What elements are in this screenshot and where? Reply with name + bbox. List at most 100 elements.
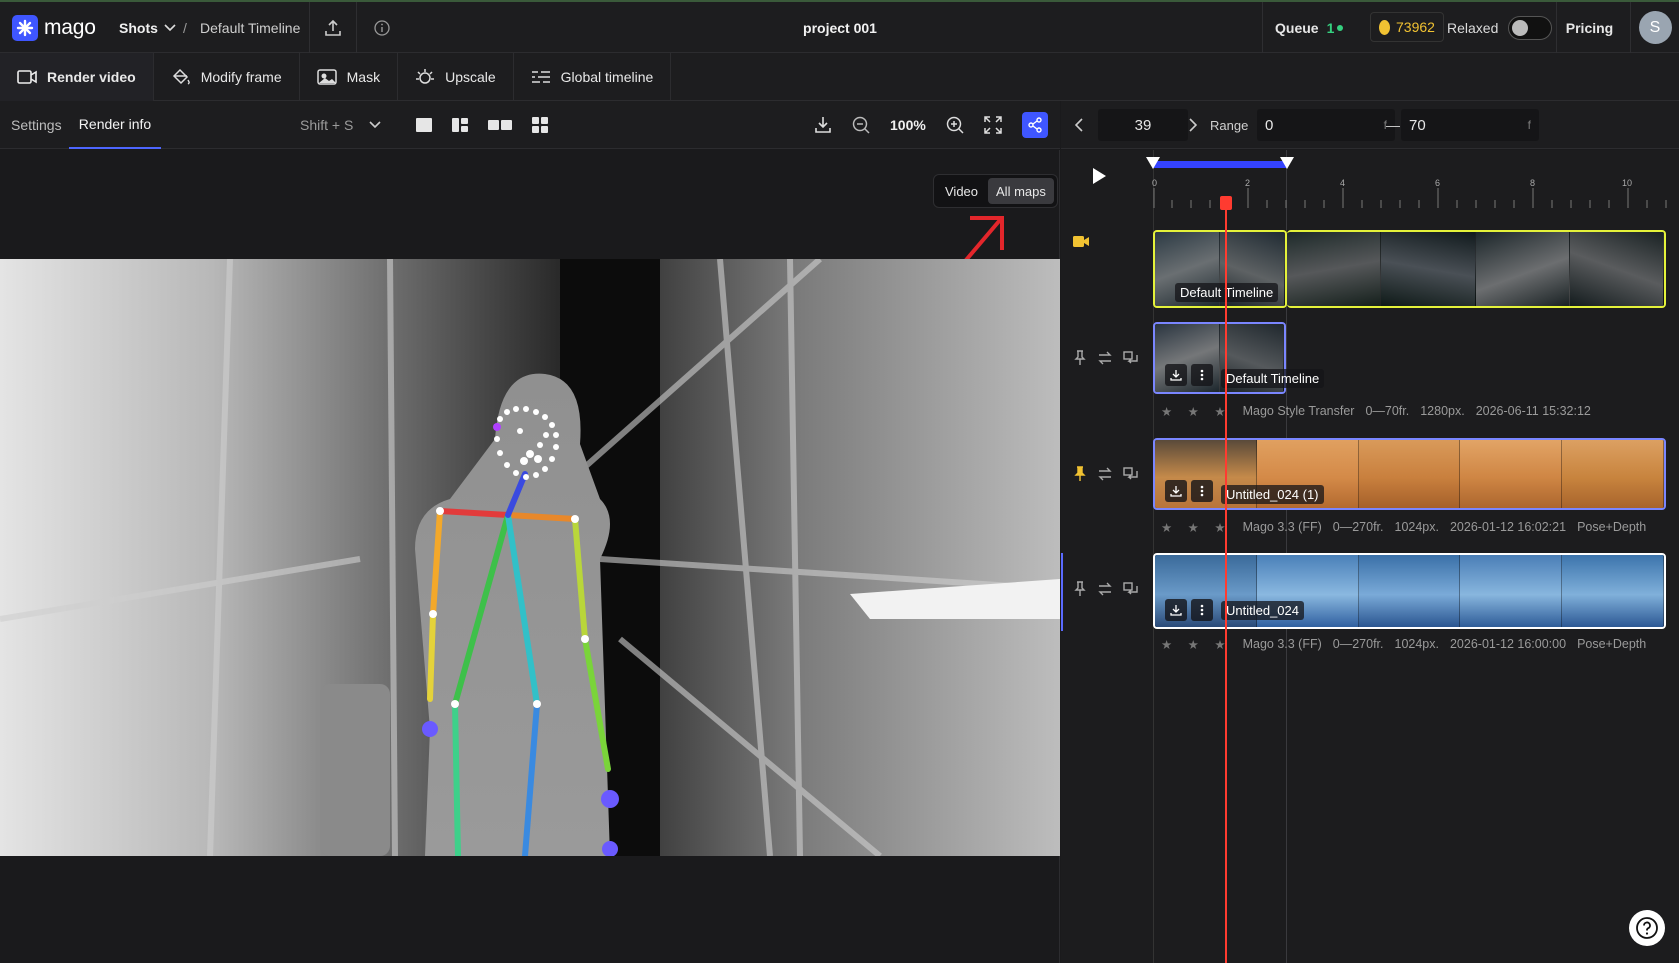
timeline-panel: 0 2 4 6 8 10 Default Timeline Default Ti…	[1061, 150, 1679, 963]
replace-icon[interactable]	[1123, 466, 1139, 482]
shots-label: Shots	[119, 19, 158, 36]
clip-label: Default Timeline	[1221, 369, 1325, 388]
upload-icon	[324, 19, 342, 37]
chevron-left-icon	[1075, 118, 1083, 132]
range-start-field[interactable]: 0 f	[1257, 109, 1395, 141]
swap-icon[interactable]	[1097, 581, 1113, 597]
toggle-all-maps[interactable]: All maps	[988, 178, 1054, 204]
download-icon[interactable]	[1165, 599, 1187, 621]
rating-stars[interactable]: ★ ★ ★	[1161, 404, 1232, 419]
view-tools: 100%	[814, 101, 1048, 149]
meta-model: Mago 3.3 (FF)	[1242, 637, 1322, 651]
playhead-handle[interactable]	[1220, 196, 1232, 210]
meta-date: 2026-06-11 15:32:12	[1475, 404, 1591, 418]
shortcut-dropdown[interactable]: Shift + S	[300, 101, 381, 149]
thumbnail	[1562, 555, 1664, 627]
relaxed-toggle[interactable]	[1508, 15, 1553, 40]
toggle-video[interactable]: Video	[937, 178, 986, 204]
side-by-side-icon[interactable]	[488, 119, 512, 131]
clip-meta: ★ ★ ★ Mago 3.3 (FF) 0—270fr. 1024px. 202…	[1161, 637, 1646, 652]
top-bar: mago Shots / Default Timeline project 00…	[0, 0, 1679, 53]
prev-frame-button[interactable]	[1067, 109, 1091, 141]
timeline-clip-main[interactable]	[1287, 230, 1666, 308]
pricing-link[interactable]: Pricing	[1556, 2, 1622, 53]
swap-icon[interactable]	[1097, 350, 1113, 366]
share-icon	[1027, 117, 1043, 133]
avatar[interactable]: S	[1638, 11, 1672, 44]
zoom-out-icon[interactable]	[852, 116, 870, 134]
playhead-line[interactable]	[1225, 198, 1227, 963]
grid-view-icon[interactable]	[532, 117, 548, 133]
info-icon	[374, 19, 390, 36]
rating-stars[interactable]: ★ ★ ★	[1161, 520, 1232, 535]
tab-render-info[interactable]: Render info	[69, 101, 161, 149]
user-menu[interactable]: S	[1630, 2, 1679, 53]
clip-label: Untitled_024	[1221, 601, 1304, 620]
next-frame-button[interactable]	[1181, 109, 1205, 141]
download-icon[interactable]	[1165, 480, 1187, 502]
track-row: Default Timeline ★ ★ ★ Mago Style Transf…	[1061, 322, 1679, 422]
range-label: Range	[1210, 117, 1249, 133]
meta-resolution: 1024px.	[1394, 637, 1439, 651]
render-video-tool[interactable]: Render video	[0, 53, 154, 101]
queue-count: 1	[1326, 19, 1335, 36]
mask-tool[interactable]: Mask	[300, 53, 399, 101]
modify-frame-tool[interactable]: Modify frame	[154, 53, 300, 101]
download-icon[interactable]	[1165, 364, 1187, 386]
row-icons	[1073, 466, 1139, 482]
coin-icon	[1379, 19, 1390, 35]
more-icon[interactable]	[1191, 599, 1213, 621]
download-icon[interactable]	[814, 116, 832, 134]
tab-settings[interactable]: Settings	[11, 101, 62, 149]
toggle-knob	[1512, 19, 1529, 36]
pin-icon[interactable]	[1073, 350, 1087, 366]
global-timeline-tool[interactable]: Global timeline	[514, 53, 672, 101]
shots-menu[interactable]: Shots	[119, 2, 176, 53]
thumbnail	[1358, 555, 1461, 627]
zoom-in-icon[interactable]	[946, 116, 964, 134]
pin-icon[interactable]	[1073, 581, 1087, 597]
upscale-tool[interactable]: Upscale	[398, 53, 514, 101]
credits-badge[interactable]: 73962	[1370, 12, 1444, 42]
row-icons	[1073, 236, 1089, 247]
row-icons	[1073, 350, 1139, 366]
more-icon[interactable]	[1191, 480, 1213, 502]
viewer-header: Settings Render info Shift + S 100%	[0, 101, 1060, 149]
pin-icon[interactable]	[1073, 466, 1087, 482]
breadcrumb-separator: /	[183, 19, 187, 36]
upscale-icon	[415, 68, 435, 86]
depth-map-image	[0, 259, 1060, 856]
info-button[interactable]	[366, 2, 398, 53]
logo[interactable]: mago	[12, 2, 96, 53]
play-button[interactable]	[1091, 167, 1107, 185]
current-frame-field[interactable]: 39	[1098, 109, 1188, 141]
depth-pose-frame[interactable]	[0, 259, 1060, 856]
track-row-selected: Untitled_024 ★ ★ ★ Mago 3.3 (FF) 0—270fr…	[1061, 553, 1679, 653]
thumbnail	[1381, 232, 1476, 306]
timeline-clip-selected[interactable]: Default Timeline	[1153, 230, 1287, 308]
range-end-field[interactable]: 70 f	[1401, 109, 1539, 141]
credits-value: 73962	[1396, 19, 1435, 35]
shortcut-label: Shift + S	[300, 117, 354, 133]
range-dash: —	[1386, 117, 1400, 133]
more-icon[interactable]	[1191, 364, 1213, 386]
clip-tools	[1165, 364, 1213, 386]
upload-button[interactable]	[309, 2, 357, 53]
fullscreen-icon[interactable]	[984, 116, 1002, 134]
thumbnail	[1287, 232, 1382, 306]
share-button[interactable]	[1021, 112, 1048, 138]
help-button[interactable]	[1629, 910, 1665, 946]
swap-icon[interactable]	[1097, 466, 1113, 482]
queue-indicator[interactable]: Queue 1	[1262, 2, 1372, 53]
split-view-icon[interactable]	[452, 118, 468, 132]
timeline-icon	[531, 69, 551, 85]
map-toggle: Video All maps	[933, 174, 1058, 208]
replace-icon[interactable]	[1123, 581, 1139, 597]
breadcrumb-timeline[interactable]: Default Timeline	[200, 2, 300, 53]
replace-icon[interactable]	[1123, 350, 1139, 366]
single-view-icon[interactable]	[416, 118, 432, 132]
rating-stars[interactable]: ★ ★ ★	[1161, 637, 1232, 652]
clip-label: Untitled_024 (1)	[1221, 485, 1324, 504]
zoom-level: 100%	[890, 117, 926, 133]
thumbnail	[1460, 440, 1563, 508]
